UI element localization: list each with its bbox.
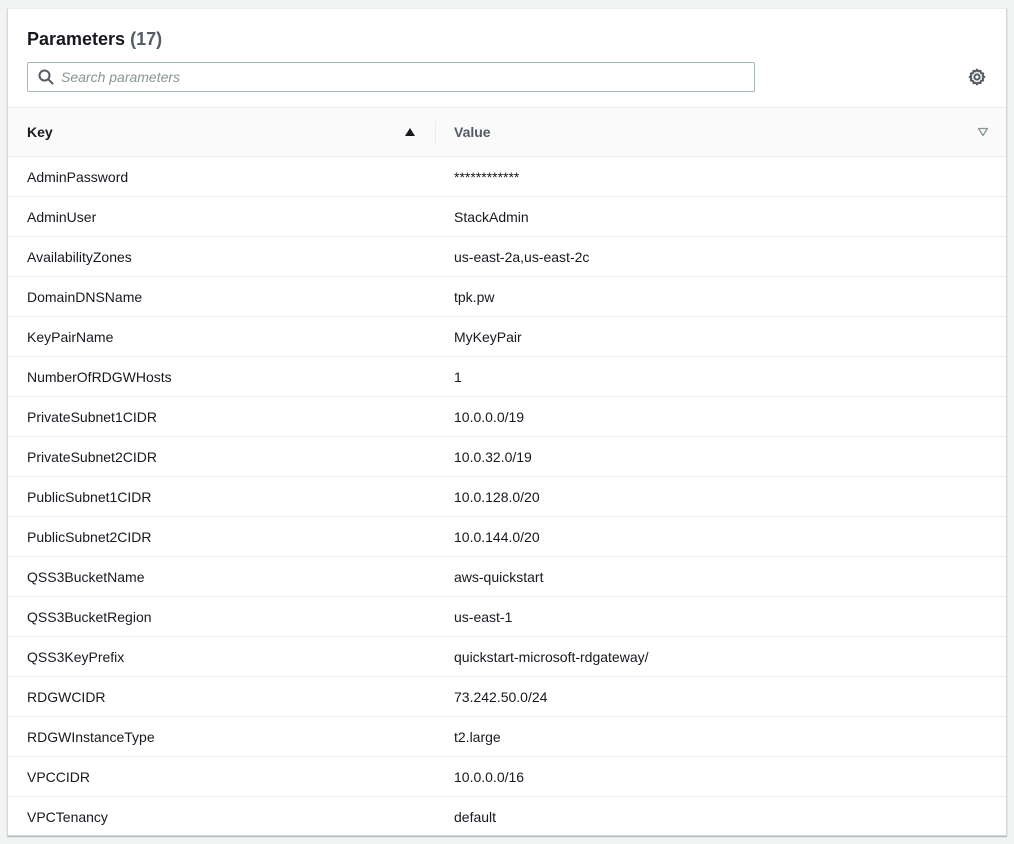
table-row: PrivateSubnet1CIDR 10.0.0.0/19	[8, 397, 1006, 437]
sort-unsorted-icon[interactable]	[977, 127, 989, 137]
cell-key: PrivateSubnet1CIDR	[27, 409, 157, 425]
table-row: VPCCIDR 10.0.0.0/16	[8, 757, 1006, 797]
cell-value: tpk.pw	[454, 289, 495, 305]
column-header-value-label: Value	[454, 124, 491, 140]
cell-key: PublicSubnet2CIDR	[27, 529, 152, 545]
table-row: QSS3KeyPrefix quickstart-microsoft-rdgat…	[8, 637, 1006, 677]
table-body: AdminPassword ************ AdminUser Sta…	[8, 157, 1006, 835]
cell-key: QSS3KeyPrefix	[27, 649, 125, 665]
parameters-panel: Parameters (17) Key Value	[7, 8, 1007, 836]
cell-key: KeyPairName	[27, 329, 114, 345]
column-header-value[interactable]: Value	[436, 108, 1006, 156]
cell-value: 1	[454, 369, 462, 385]
table-row: PublicSubnet2CIDR 10.0.144.0/20	[8, 517, 1006, 557]
table-row: QSS3BucketName aws-quickstart	[8, 557, 1006, 597]
cell-value: t2.large	[454, 729, 501, 745]
search-box[interactable]	[27, 62, 755, 92]
table-row: DomainDNSName tpk.pw	[8, 277, 1006, 317]
cell-key: AvailabilityZones	[27, 249, 132, 265]
cell-key: AdminPassword	[27, 169, 129, 185]
gear-icon[interactable]	[968, 68, 986, 86]
cell-value: quickstart-microsoft-rdgateway/	[454, 649, 649, 665]
cell-value: 10.0.0.0/19	[454, 409, 525, 425]
cell-key: QSS3BucketRegion	[27, 609, 152, 625]
cell-key: AdminUser	[27, 209, 97, 225]
cell-key: PrivateSubnet2CIDR	[27, 449, 157, 465]
table-row: PrivateSubnet2CIDR 10.0.32.0/19	[8, 437, 1006, 477]
cell-value: 10.0.32.0/19	[454, 449, 532, 465]
cell-key: VPCCIDR	[27, 769, 91, 785]
table-header: Key Value	[8, 108, 1006, 157]
cell-value: us-east-1	[454, 609, 513, 625]
cell-key: RDGWCIDR	[27, 689, 106, 705]
cell-value: 10.0.144.0/20	[454, 529, 540, 545]
cell-value: MyKeyPair	[454, 329, 522, 345]
cell-value: 73.242.50.0/24	[454, 689, 548, 705]
cell-value: ************	[454, 169, 520, 185]
table-row: RDGWCIDR 73.242.50.0/24	[8, 677, 1006, 717]
cell-value: us-east-2a,us-east-2c	[454, 249, 590, 265]
cell-value: 10.0.128.0/20	[454, 489, 540, 505]
cell-key: DomainDNSName	[27, 289, 143, 305]
cell-key: QSS3BucketName	[27, 569, 145, 585]
table-row: RDGWInstanceType t2.large	[8, 717, 1006, 757]
search-input[interactable]	[61, 63, 741, 91]
column-header-key-label: Key	[27, 124, 53, 140]
table-row: PublicSubnet1CIDR 10.0.128.0/20	[8, 477, 1006, 517]
table-row: VPCTenancy default	[8, 797, 1006, 835]
cell-value: 10.0.0.0/16	[454, 769, 525, 785]
table-row: AdminPassword ************	[8, 157, 1006, 197]
cell-key: NumberOfRDGWHosts	[27, 369, 172, 385]
panel-header: Parameters (17)	[8, 9, 1006, 108]
table-row: AdminUser StackAdmin	[8, 197, 1006, 237]
cell-value: StackAdmin	[454, 209, 529, 225]
cell-key: RDGWInstanceType	[27, 729, 155, 745]
panel-title: Parameters (17)	[27, 28, 162, 50]
cell-value: default	[454, 809, 497, 825]
table-row: AvailabilityZones us-east-2a,us-east-2c	[8, 237, 1006, 277]
table-row: QSS3BucketRegion us-east-1	[8, 597, 1006, 637]
cell-value: aws-quickstart	[454, 569, 544, 585]
sort-ascending-icon[interactable]	[404, 127, 416, 137]
parameter-count: (17)	[130, 29, 163, 49]
table-row: KeyPairName MyKeyPair	[8, 317, 1006, 357]
cell-key: PublicSubnet1CIDR	[27, 489, 152, 505]
table-row: NumberOfRDGWHosts 1	[8, 357, 1006, 397]
search-icon	[38, 69, 54, 85]
panel-title-text: Parameters	[27, 29, 126, 49]
column-header-key[interactable]: Key	[8, 108, 435, 156]
cell-key: VPCTenancy	[27, 809, 108, 825]
